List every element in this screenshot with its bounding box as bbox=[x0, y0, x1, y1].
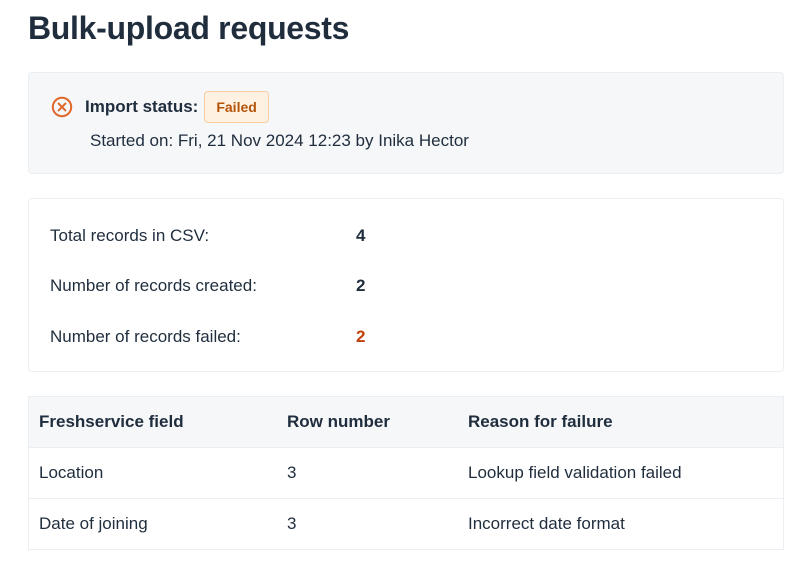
summary-value: 2 bbox=[356, 276, 366, 295]
cell-row-number: 3 bbox=[277, 498, 458, 550]
cell-field: Location bbox=[28, 447, 277, 499]
import-status-row: Import status: Failed bbox=[51, 90, 269, 124]
table-row: Location 3 Lookup field validation faile… bbox=[28, 447, 784, 499]
column-header-row-number: Row number bbox=[277, 396, 458, 448]
column-header-field: Freshservice field bbox=[28, 396, 277, 448]
x-circle-icon bbox=[51, 96, 73, 118]
records-summary-card: Total records in CSV: 4 Number of record… bbox=[28, 198, 784, 372]
summary-value-failed: 2 bbox=[356, 327, 366, 346]
table-header-row: Freshservice field Row number Reason for… bbox=[28, 396, 784, 448]
cell-row-number: 3 bbox=[277, 447, 458, 499]
page-title: Bulk-upload requests bbox=[28, 10, 350, 46]
summary-label: Number of records failed: bbox=[50, 327, 241, 346]
summary-row-created: Number of records created: 2 bbox=[50, 276, 750, 300]
cell-field: Date of joining bbox=[28, 498, 277, 550]
import-status-label: Import status: bbox=[85, 97, 199, 116]
cell-reason: Lookup field validation failed bbox=[458, 447, 784, 499]
status-badge: Failed bbox=[204, 91, 269, 123]
summary-row-total: Total records in CSV: 4 bbox=[50, 226, 750, 250]
cell-reason: Incorrect date format bbox=[458, 498, 784, 550]
import-status-card: Import status: Failed Started on: Fri, 2… bbox=[28, 72, 784, 174]
summary-row-failed: Number of records failed: 2 bbox=[50, 327, 750, 351]
summary-label: Number of records created: bbox=[50, 276, 257, 295]
summary-value: 4 bbox=[356, 226, 366, 245]
table-row: Date of joining 3 Incorrect date format bbox=[28, 498, 784, 550]
column-header-reason: Reason for failure bbox=[458, 396, 784, 448]
failure-table: Freshservice field Row number Reason for… bbox=[28, 396, 784, 550]
summary-label: Total records in CSV: bbox=[50, 226, 210, 245]
started-on-text: Started on: Fri, 21 Nov 2024 12:23 by In… bbox=[90, 131, 469, 150]
